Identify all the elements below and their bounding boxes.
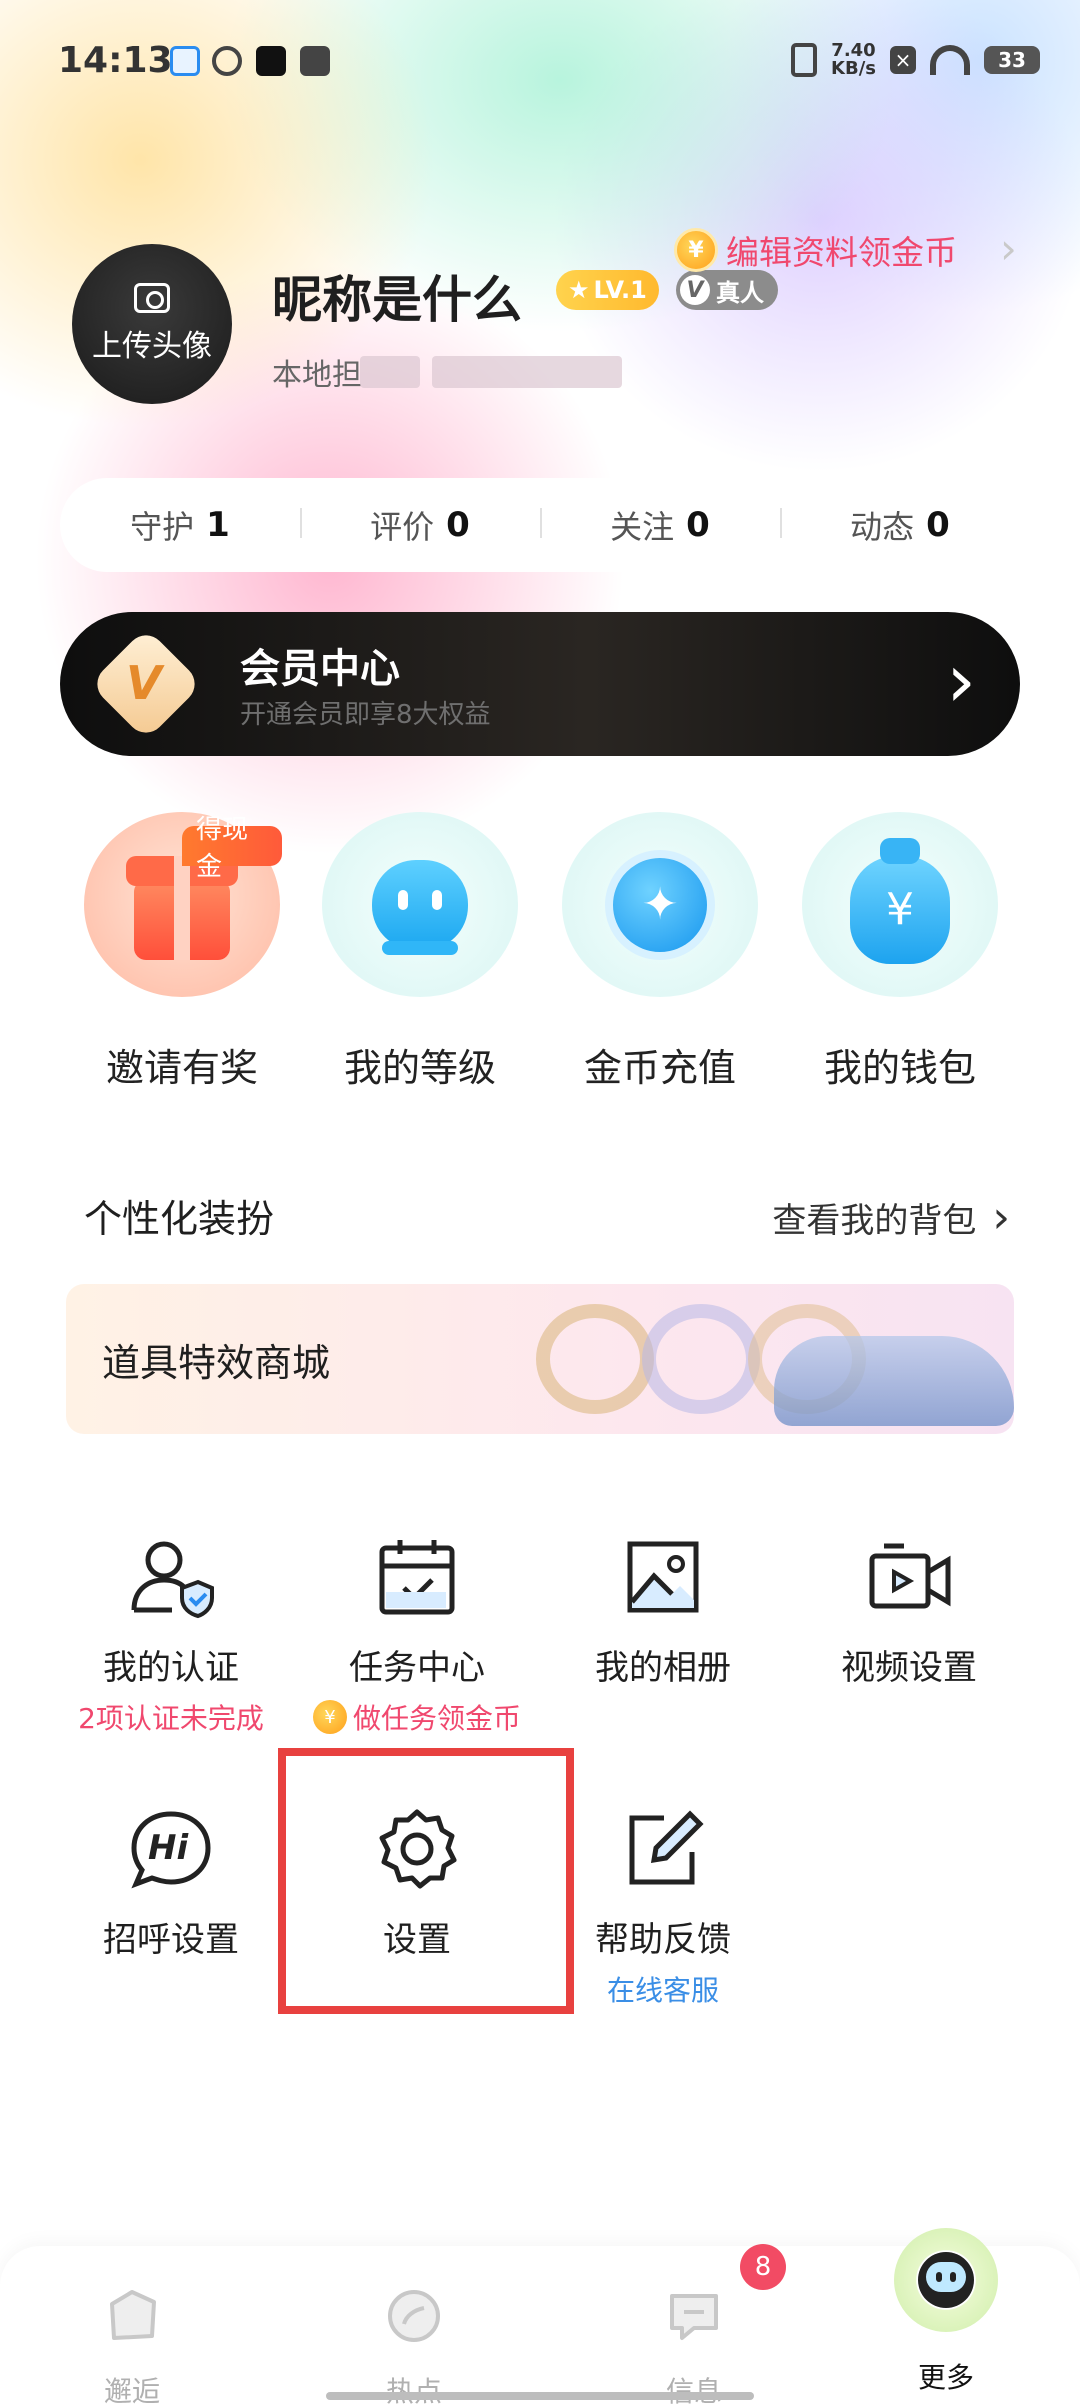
status-indicators: 7.40 KB/s × 33 bbox=[791, 42, 1040, 78]
level-badge[interactable]: ★ LV.1 bbox=[556, 270, 659, 310]
highlight-box bbox=[278, 1748, 574, 2014]
sim-off-icon: × bbox=[890, 46, 916, 74]
star-icon: ★ bbox=[568, 276, 590, 304]
video-settings[interactable]: 视频设置 bbox=[794, 1532, 1024, 1689]
view-backpack-link[interactable]: 查看我的背包 › bbox=[772, 1192, 1010, 1243]
edit-icon bbox=[618, 1804, 708, 1894]
invite-reward-button[interactable]: 得现金 邀请有奖 bbox=[82, 812, 282, 1092]
coin-recharge-button[interactable]: ✦ 金币充值 bbox=[560, 812, 760, 1092]
edit-profile-reward-label: 编辑资料领金币 bbox=[726, 233, 957, 272]
section-title-personalize: 个性化装扮 bbox=[84, 1197, 275, 1241]
my-level-button[interactable]: 我的等级 bbox=[320, 812, 520, 1092]
stat-guard[interactable]: 守护 1 bbox=[60, 502, 300, 548]
nav-hotspot[interactable]: 热点 bbox=[324, 2246, 504, 2408]
vibrate-icon bbox=[791, 43, 818, 77]
verified-v-icon: V bbox=[680, 275, 710, 305]
diamond-coin-icon: ✦ bbox=[605, 849, 715, 960]
cash-tag: 得现金 bbox=[182, 815, 282, 882]
my-wallet-button[interactable]: ¥ 我的钱包 bbox=[800, 812, 1000, 1092]
robot-icon bbox=[372, 859, 468, 950]
more-avatar-icon[interactable] bbox=[894, 2228, 998, 2332]
blurred-text bbox=[432, 356, 622, 388]
item-effects-store-banner[interactable]: 道具特效商城 bbox=[66, 1284, 1014, 1434]
my-verification[interactable]: 我的认证 2项认证未完成 bbox=[56, 1532, 286, 1737]
battery-icon: 33 bbox=[984, 46, 1040, 74]
home-indicator bbox=[326, 2392, 754, 2400]
message-count-badge: 8 bbox=[740, 2244, 786, 2290]
vip-center-card[interactable]: V 会员中心 开通会员即享8大权益 › bbox=[60, 612, 1020, 756]
hotspot-icon bbox=[384, 2286, 444, 2346]
nav-encounter[interactable]: 邂逅 bbox=[42, 2246, 222, 2408]
stat-reviews[interactable]: 评价 0 bbox=[300, 502, 540, 548]
my-album[interactable]: 我的相册 bbox=[548, 1532, 778, 1689]
chevron-right-icon[interactable]: › bbox=[1000, 224, 1017, 273]
user-shield-icon bbox=[126, 1532, 216, 1622]
coin-icon: ¥ bbox=[674, 228, 718, 272]
coin-icon: ¥ bbox=[312, 1700, 347, 1734]
stat-following[interactable]: 关注 0 bbox=[540, 502, 780, 548]
calendar-check-icon bbox=[372, 1532, 462, 1622]
gift-icon bbox=[126, 855, 238, 960]
stats-bar: 守护 1 评价 0 关注 0 动态 0 bbox=[60, 478, 1020, 572]
stat-posts[interactable]: 动态 0 bbox=[780, 502, 1020, 548]
car-image bbox=[774, 1336, 1014, 1426]
greeting-settings[interactable]: Hi 招呼设置 bbox=[56, 1804, 286, 1961]
real-person-badge[interactable]: V 真人 bbox=[676, 270, 778, 310]
blurred-text bbox=[360, 356, 420, 388]
hi-chat-icon: Hi bbox=[126, 1804, 216, 1894]
chevron-right-icon: › bbox=[992, 1192, 1010, 1243]
camera-icon bbox=[134, 283, 170, 313]
location-label: 本地担 bbox=[272, 358, 362, 393]
location-line: 本地担 bbox=[272, 350, 622, 394]
encounter-icon bbox=[102, 2286, 162, 2346]
net-speed: 7.40 KB/s bbox=[831, 40, 876, 79]
money-bag-icon: ¥ bbox=[850, 837, 950, 964]
avatar-frame-image bbox=[642, 1304, 760, 1414]
message-app-icon bbox=[300, 46, 330, 76]
vip-v-icon: V bbox=[126, 656, 162, 710]
wifi-icon bbox=[930, 45, 970, 75]
status-time: 14:13 bbox=[58, 40, 173, 81]
app-notification-icon bbox=[212, 46, 242, 76]
avatar-upload-label: 上传头像 bbox=[92, 329, 212, 364]
vip-subtitle: 开通会员即享8大权益 bbox=[240, 700, 491, 730]
tiktok-icon bbox=[256, 46, 286, 76]
video-camera-icon bbox=[864, 1532, 954, 1622]
nickname[interactable]: 昵称是什么 bbox=[272, 260, 522, 332]
chat-bubble-icon bbox=[664, 2286, 724, 2346]
banner-title: 道具特效商城 bbox=[102, 1341, 331, 1385]
avatar-upload[interactable]: 上传头像 bbox=[72, 244, 232, 404]
app-notification-icon bbox=[170, 46, 200, 76]
task-center[interactable]: 任务中心 ¥ 做任务领金币 bbox=[302, 1532, 532, 1737]
vip-title: 会员中心 bbox=[240, 646, 400, 692]
edit-profile-reward[interactable]: ¥ 编辑资料领金币 bbox=[674, 226, 957, 274]
help-feedback[interactable]: 帮助反馈 在线客服 bbox=[548, 1804, 778, 2009]
avatar-frame-image bbox=[536, 1304, 654, 1414]
image-icon bbox=[618, 1532, 708, 1622]
chevron-right-icon: › bbox=[946, 638, 976, 724]
